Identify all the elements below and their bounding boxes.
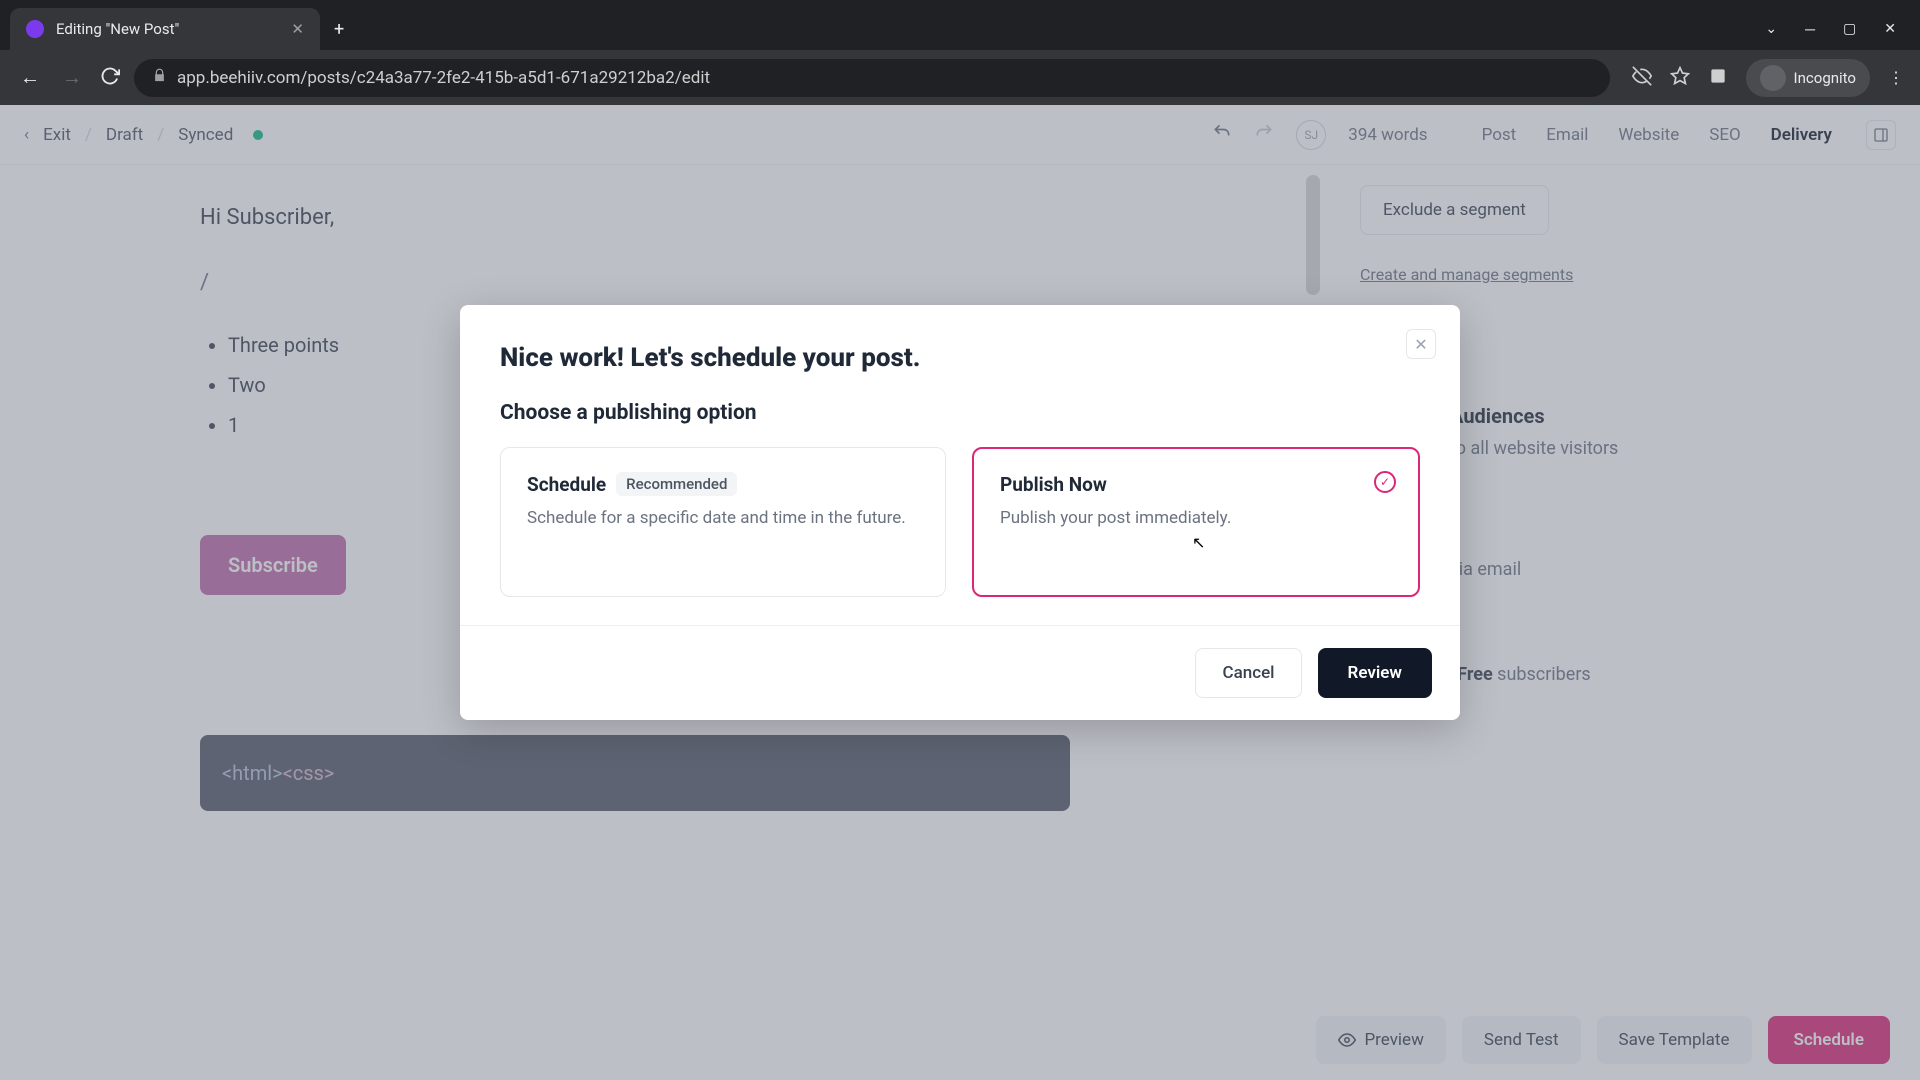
recommended-badge: Recommended xyxy=(616,472,737,496)
tabs-dropdown-icon[interactable]: ⌄ xyxy=(1765,21,1777,38)
option-publish-now[interactable]: ✓ Publish Now Publish your post immediat… xyxy=(972,447,1420,597)
forward-button[interactable]: → xyxy=(58,65,86,90)
minimize-button[interactable]: ─ xyxy=(1805,21,1815,38)
modal-overlay[interactable]: ✕ Nice work! Let's schedule your post. C… xyxy=(0,105,1920,1080)
back-button[interactable]: ← xyxy=(16,65,44,90)
review-button[interactable]: Review xyxy=(1318,648,1432,698)
browser-toolbar: ← → app.beehiiv.com/posts/c24a3a77-2fe2-… xyxy=(0,50,1920,105)
schedule-modal: ✕ Nice work! Let's schedule your post. C… xyxy=(460,305,1460,720)
new-tab-button[interactable]: + xyxy=(320,9,358,50)
tab-title: Editing "New Post" xyxy=(56,20,179,38)
cancel-button[interactable]: Cancel xyxy=(1195,648,1301,698)
option-desc: Publish your post immediately. xyxy=(1000,506,1392,532)
close-window-button[interactable]: ✕ xyxy=(1884,21,1896,38)
incognito-label: Incognito xyxy=(1794,69,1856,87)
bookmark-star-icon[interactable] xyxy=(1670,66,1690,90)
eye-off-icon[interactable] xyxy=(1632,66,1652,90)
url-text: app.beehiiv.com/posts/c24a3a77-2fe2-415b… xyxy=(177,68,710,88)
browser-tab[interactable]: Editing "New Post" ✕ xyxy=(10,8,320,50)
cursor-icon: ↖ xyxy=(1192,533,1205,552)
incognito-badge[interactable]: Incognito xyxy=(1746,59,1870,97)
option-desc: Schedule for a specific date and time in… xyxy=(527,506,919,532)
close-tab-icon[interactable]: ✕ xyxy=(291,20,304,38)
option-schedule[interactable]: Schedule Recommended Schedule for a spec… xyxy=(500,447,946,597)
site-favicon xyxy=(26,20,44,38)
extensions-icon[interactable] xyxy=(1708,66,1728,90)
incognito-icon xyxy=(1760,65,1786,91)
browser-menu-icon[interactable]: ⋮ xyxy=(1888,68,1904,87)
close-modal-button[interactable]: ✕ xyxy=(1406,329,1436,359)
check-circle-icon: ✓ xyxy=(1374,471,1396,493)
window-controls: ⌄ ─ ▢ ✕ xyxy=(1765,21,1920,50)
address-bar[interactable]: app.beehiiv.com/posts/c24a3a77-2fe2-415b… xyxy=(134,59,1610,97)
browser-tab-strip: Editing "New Post" ✕ + ⌄ ─ ▢ ✕ xyxy=(0,0,1920,50)
lock-icon xyxy=(152,68,167,88)
option-title: Publish Now xyxy=(1000,473,1107,496)
maximize-button[interactable]: ▢ xyxy=(1843,21,1856,38)
reload-button[interactable] xyxy=(100,66,120,90)
modal-title: Nice work! Let's schedule your post. xyxy=(500,343,1420,373)
modal-subtitle: Choose a publishing option xyxy=(500,401,1420,425)
option-title: Schedule xyxy=(527,473,606,496)
